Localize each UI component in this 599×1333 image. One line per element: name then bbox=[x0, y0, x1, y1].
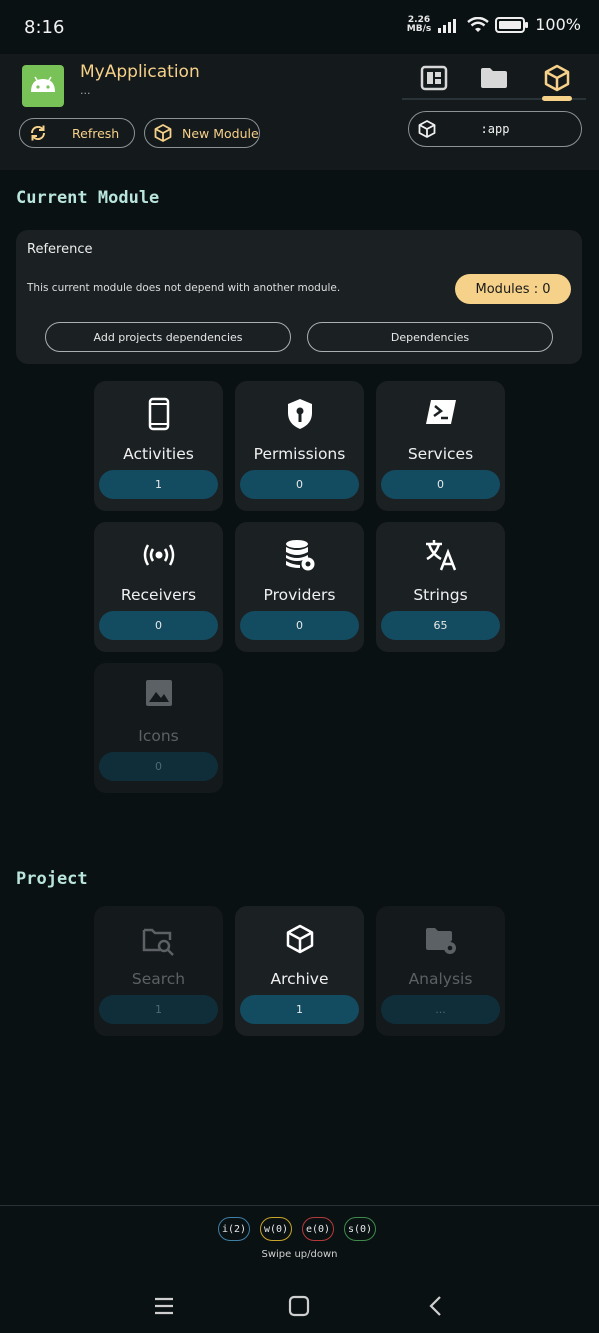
tile-search[interactable]: Search 1 bbox=[94, 906, 223, 1036]
tile-count: 1 bbox=[240, 995, 359, 1024]
tile-label: Icons bbox=[138, 727, 179, 745]
nav-recents-button[interactable] bbox=[144, 1288, 184, 1324]
tile-count: 0 bbox=[240, 470, 359, 499]
reference-description: This current module does not depend with… bbox=[27, 282, 341, 294]
shield-key-icon bbox=[287, 399, 312, 429]
dashboard-icon bbox=[420, 65, 448, 91]
status-icons: 2.26 MB/s 100% bbox=[407, 15, 581, 34]
refresh-label: Refresh bbox=[72, 126, 120, 141]
new-module-label: New Module bbox=[182, 126, 259, 141]
tab-files[interactable] bbox=[474, 61, 514, 95]
tile-receivers[interactable]: Receivers 0 bbox=[94, 522, 223, 652]
nav-home-button[interactable] bbox=[279, 1288, 319, 1324]
top-tabs bbox=[402, 54, 586, 102]
folder-search-icon bbox=[142, 928, 174, 956]
broadcast-icon bbox=[143, 544, 174, 566]
tile-count: 0 bbox=[99, 611, 218, 640]
tile-label: Permissions bbox=[253, 445, 346, 463]
tile-analysis[interactable]: Analysis ... bbox=[376, 906, 505, 1036]
tile-icons[interactable]: Icons 0 bbox=[94, 663, 223, 793]
tile-count: 65 bbox=[381, 611, 500, 640]
image-icon bbox=[145, 680, 172, 706]
tile-label: Search bbox=[131, 970, 186, 988]
log-filter-chips: i(2) w(0) e(0) s(0) bbox=[218, 1217, 376, 1241]
net-speed: 2.26 MB/s bbox=[406, 15, 432, 34]
log-chip-info[interactable]: i(2) bbox=[218, 1217, 250, 1241]
current-module-title: Current Module bbox=[16, 188, 160, 208]
tile-strings[interactable]: Strings 65 bbox=[376, 522, 505, 652]
nav-back-button[interactable] bbox=[415, 1288, 455, 1324]
log-chip-success[interactable]: s(0) bbox=[344, 1217, 376, 1241]
tile-count: 1 bbox=[99, 995, 218, 1024]
project-title: Project bbox=[16, 869, 88, 889]
tile-permissions[interactable]: Permissions 0 bbox=[235, 381, 364, 511]
app-title: MyApplication bbox=[80, 62, 200, 82]
log-chip-warning[interactable]: w(0) bbox=[260, 1217, 292, 1241]
tile-count: 1 bbox=[99, 470, 218, 499]
package-icon bbox=[544, 64, 570, 92]
app-header: MyApplication ... Refresh New Module:ap… bbox=[0, 54, 599, 170]
tab-modules[interactable] bbox=[537, 61, 577, 95]
status-bar: 8:16 2.26 MB/s 100% bbox=[0, 0, 599, 54]
android-app-icon bbox=[22, 65, 64, 107]
tile-count: 0 bbox=[99, 752, 218, 781]
system-nav-bar bbox=[0, 1280, 599, 1333]
smartphone-icon bbox=[148, 397, 169, 431]
translate-icon bbox=[425, 540, 456, 571]
tile-label: Activities bbox=[123, 445, 194, 463]
tile-archive[interactable]: Archive 1 bbox=[235, 906, 364, 1036]
tile-count: ... bbox=[381, 995, 500, 1024]
tile-label: Strings bbox=[413, 586, 468, 604]
tile-activities[interactable]: Activities 1 bbox=[94, 381, 223, 511]
modules-count-badge[interactable]: Modules : 0 bbox=[455, 274, 571, 304]
tab-indicator-active bbox=[542, 96, 572, 101]
tile-count: 0 bbox=[381, 470, 500, 499]
swipe-hint: Swipe up/down bbox=[261, 1249, 338, 1260]
back-chevron-icon bbox=[429, 1296, 441, 1316]
folder-icon bbox=[481, 68, 507, 88]
menu-icon bbox=[155, 1297, 173, 1315]
status-time: 8:16 bbox=[24, 17, 65, 38]
reference-title: Reference bbox=[27, 242, 93, 257]
tab-dashboard[interactable] bbox=[414, 61, 454, 95]
tile-label: Analysis bbox=[408, 970, 473, 988]
tile-label: Receivers bbox=[120, 586, 197, 604]
new-module-button[interactable]: New Module bbox=[144, 118, 260, 148]
net-speed-unit: MB/s bbox=[406, 23, 432, 34]
module-selected-label: :app bbox=[480, 122, 510, 136]
dependencies-button[interactable]: Dependencies bbox=[307, 322, 553, 352]
tile-label: Services bbox=[407, 445, 474, 463]
tile-services[interactable]: Services 0 bbox=[376, 381, 505, 511]
module-selector[interactable]: :app bbox=[408, 111, 582, 147]
signal-icon bbox=[438, 18, 457, 33]
bottom-divider bbox=[0, 1205, 599, 1206]
add-dependencies-button[interactable]: Add projects dependencies bbox=[45, 322, 291, 352]
package-icon bbox=[154, 124, 172, 142]
terminal-icon bbox=[425, 400, 456, 424]
app-subtitle: ... bbox=[80, 84, 91, 97]
tile-providers[interactable]: Providers 0 bbox=[235, 522, 364, 652]
wifi-icon bbox=[467, 16, 490, 32]
tile-count: 0 bbox=[240, 611, 359, 640]
home-square-icon bbox=[288, 1295, 310, 1317]
log-chip-error[interactable]: e(0) bbox=[302, 1217, 334, 1241]
battery-icon bbox=[495, 16, 529, 33]
tile-label: Providers bbox=[263, 586, 336, 604]
folder-gear-icon bbox=[425, 928, 456, 954]
reference-card: Reference This current module does not d… bbox=[16, 230, 582, 364]
database-gear-icon bbox=[285, 540, 314, 571]
battery-percent: 100% bbox=[535, 15, 581, 34]
tile-label: Archive bbox=[270, 970, 329, 988]
package-icon bbox=[286, 924, 313, 954]
refresh-button[interactable]: Refresh bbox=[19, 118, 135, 148]
refresh-icon bbox=[30, 125, 46, 141]
